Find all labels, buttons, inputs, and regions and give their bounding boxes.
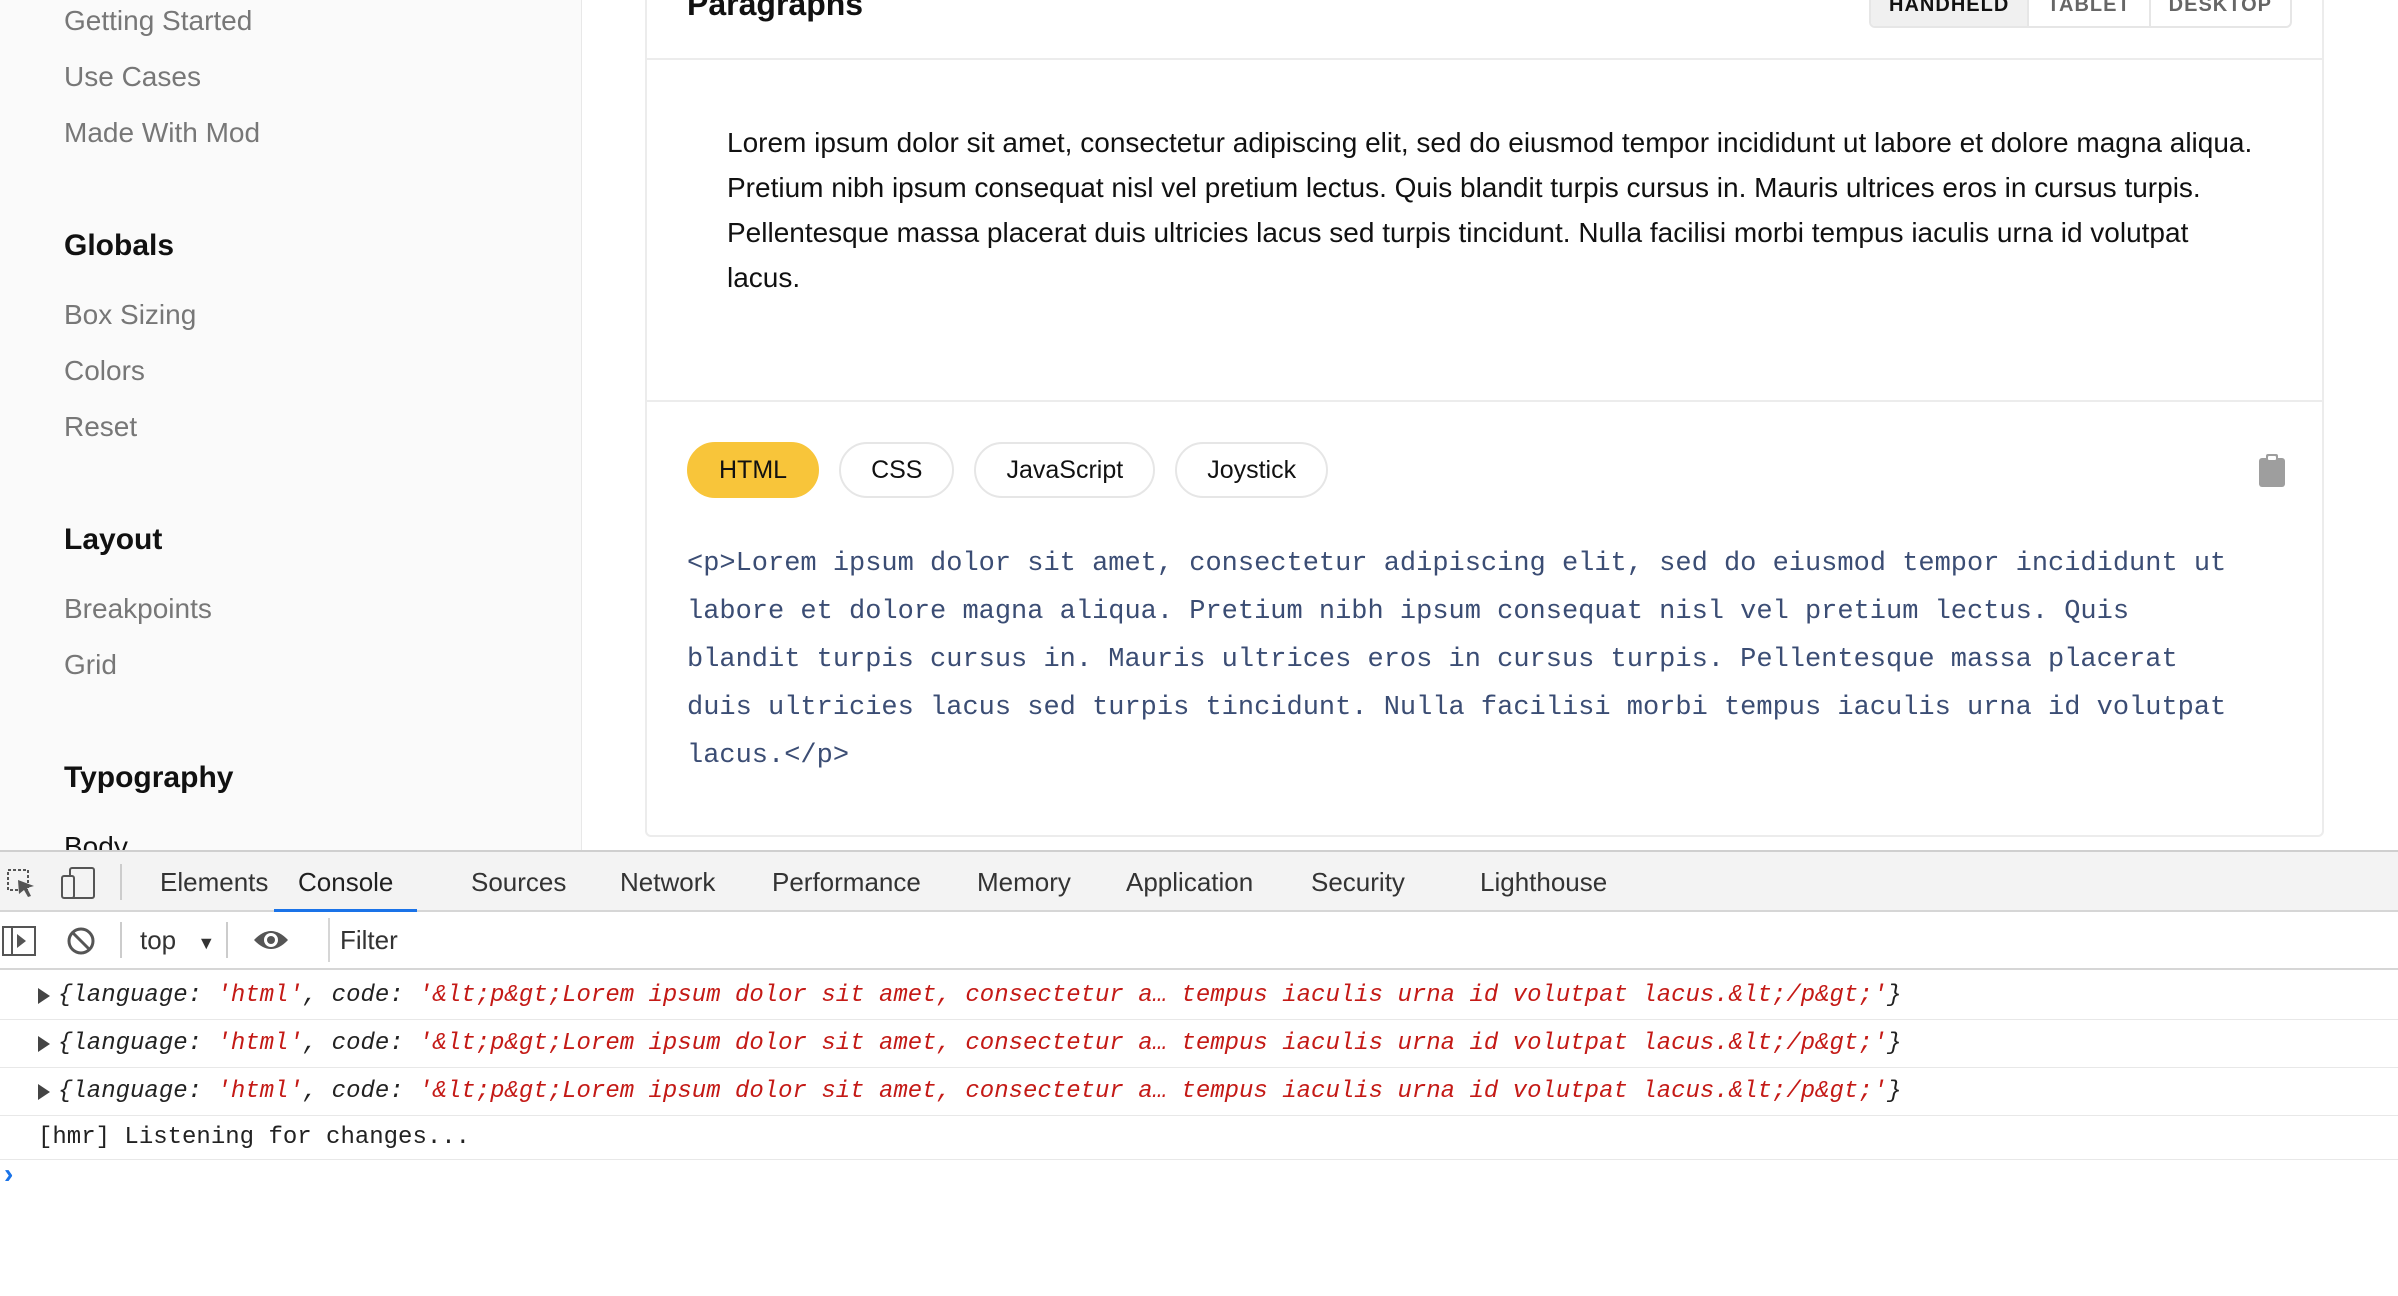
clipboard-icon[interactable] bbox=[2258, 454, 2286, 488]
sidebar-item-body[interactable]: Body bbox=[64, 830, 128, 850]
device-toolbar-icon[interactable] bbox=[60, 866, 96, 900]
preview-area: Lorem ipsum dolor sit amet, consectetur … bbox=[647, 60, 2322, 402]
tab-security[interactable]: Security bbox=[1311, 852, 1405, 912]
sidebar-toggle-icon[interactable] bbox=[2, 926, 36, 956]
sidebar-heading-globals: Globals bbox=[64, 229, 175, 262]
sidebar-item-use-cases[interactable]: Use Cases bbox=[64, 60, 201, 94]
console-log-entry: [hmr] Listening for changes... bbox=[0, 1116, 2398, 1160]
log-object: {language: 'html', code: '&lt;p&gt;Lorem… bbox=[58, 1078, 1902, 1105]
sidebar-item-box-sizing[interactable]: Box Sizing bbox=[64, 298, 196, 332]
toolbar-divider bbox=[226, 922, 228, 958]
sidebar-item-getting-started[interactable]: Getting Started bbox=[64, 4, 252, 38]
devtools-panel: Elements Console Sources Network Perform… bbox=[0, 850, 2398, 1296]
context-value: top bbox=[140, 925, 177, 955]
console-prompt[interactable]: › bbox=[4, 1158, 13, 1190]
toolbar-divider bbox=[120, 922, 122, 958]
panel-header: Paragraphs HANDHELD TABLET DESKTOP bbox=[647, 0, 2322, 60]
viewport-switch: HANDHELD TABLET DESKTOP bbox=[1869, 0, 2292, 28]
docs-sidebar: Getting Started Use Cases Made With Mod … bbox=[0, 0, 582, 850]
tab-javascript[interactable]: JavaScript bbox=[974, 442, 1156, 498]
eye-icon[interactable] bbox=[252, 926, 290, 954]
tab-joystick[interactable]: Joystick bbox=[1175, 442, 1329, 498]
tab-performance[interactable]: Performance bbox=[772, 852, 921, 912]
sidebar-heading-layout: Layout bbox=[64, 523, 163, 556]
sidebar-item-breakpoints[interactable]: Breakpoints bbox=[64, 592, 212, 626]
tab-lighthouse[interactable]: Lighthouse bbox=[1480, 852, 1607, 912]
page-viewport: Getting Started Use Cases Made With Mod … bbox=[0, 0, 2398, 850]
sidebar-heading-typography: Typography bbox=[64, 761, 234, 794]
tab-network[interactable]: Network bbox=[620, 852, 715, 912]
console-log-entry[interactable]: {language: 'html', code: '&lt;p&gt;Lorem… bbox=[0, 1068, 2398, 1116]
log-object: {language: 'html', code: '&lt;p&gt;Lorem… bbox=[58, 1030, 1902, 1057]
log-object: {language: 'html', code: '&lt;p&gt;Lorem… bbox=[58, 982, 1902, 1009]
desktop-button[interactable]: DESKTOP bbox=[2148, 0, 2290, 26]
sidebar-item-colors[interactable]: Colors bbox=[64, 354, 145, 388]
tab-elements[interactable]: Elements bbox=[160, 852, 268, 912]
console-toolbar: top ▼ bbox=[0, 912, 2398, 970]
clear-console-icon[interactable] bbox=[66, 926, 96, 956]
chevron-down-icon: ▼ bbox=[197, 933, 216, 953]
expand-triangle-icon[interactable] bbox=[38, 1036, 50, 1052]
tablet-button[interactable]: TABLET bbox=[2027, 0, 2148, 26]
sidebar-item-reset[interactable]: Reset bbox=[64, 410, 137, 444]
expand-triangle-icon[interactable] bbox=[38, 1084, 50, 1100]
code-snippet: <p>Lorem ipsum dolor sit amet, consectet… bbox=[687, 549, 2227, 771]
tab-console[interactable]: Console bbox=[274, 852, 418, 912]
filter-input[interactable] bbox=[328, 918, 2398, 962]
sidebar-item-made-with-mod[interactable]: Made With Mod bbox=[64, 116, 260, 150]
log-text: [hmr] Listening for changes... bbox=[38, 1124, 471, 1151]
example-panel: Paragraphs HANDHELD TABLET DESKTOP Lorem… bbox=[645, 0, 2324, 837]
panel-title: Paragraphs bbox=[687, 0, 864, 22]
inspect-element-icon[interactable] bbox=[6, 868, 38, 900]
handheld-button[interactable]: HANDHELD bbox=[1871, 0, 2028, 26]
sidebar-item-grid[interactable]: Grid bbox=[64, 648, 117, 682]
console-messages: {language: 'html', code: '&lt;p&gt;Lorem… bbox=[0, 972, 2398, 1160]
expand-triangle-icon[interactable] bbox=[38, 988, 50, 1004]
language-tabs: HTML CSS JavaScript Joystick bbox=[687, 442, 1329, 498]
context-selector[interactable]: top ▼ bbox=[140, 920, 215, 960]
console-log-entry[interactable]: {language: 'html', code: '&lt;p&gt;Lorem… bbox=[0, 1020, 2398, 1068]
preview-paragraph: Lorem ipsum dolor sit amet, consectetur … bbox=[727, 127, 2253, 293]
tab-css[interactable]: CSS bbox=[839, 442, 955, 498]
devtools-tabbar: Elements Console Sources Network Perform… bbox=[0, 852, 2398, 912]
tabbar-divider bbox=[120, 864, 122, 900]
tab-application[interactable]: Application bbox=[1126, 852, 1253, 912]
tab-memory[interactable]: Memory bbox=[977, 852, 1071, 912]
tab-html[interactable]: HTML bbox=[687, 442, 820, 498]
tab-sources[interactable]: Sources bbox=[471, 852, 566, 912]
console-log-entry[interactable]: {language: 'html', code: '&lt;p&gt;Lorem… bbox=[0, 972, 2398, 1020]
